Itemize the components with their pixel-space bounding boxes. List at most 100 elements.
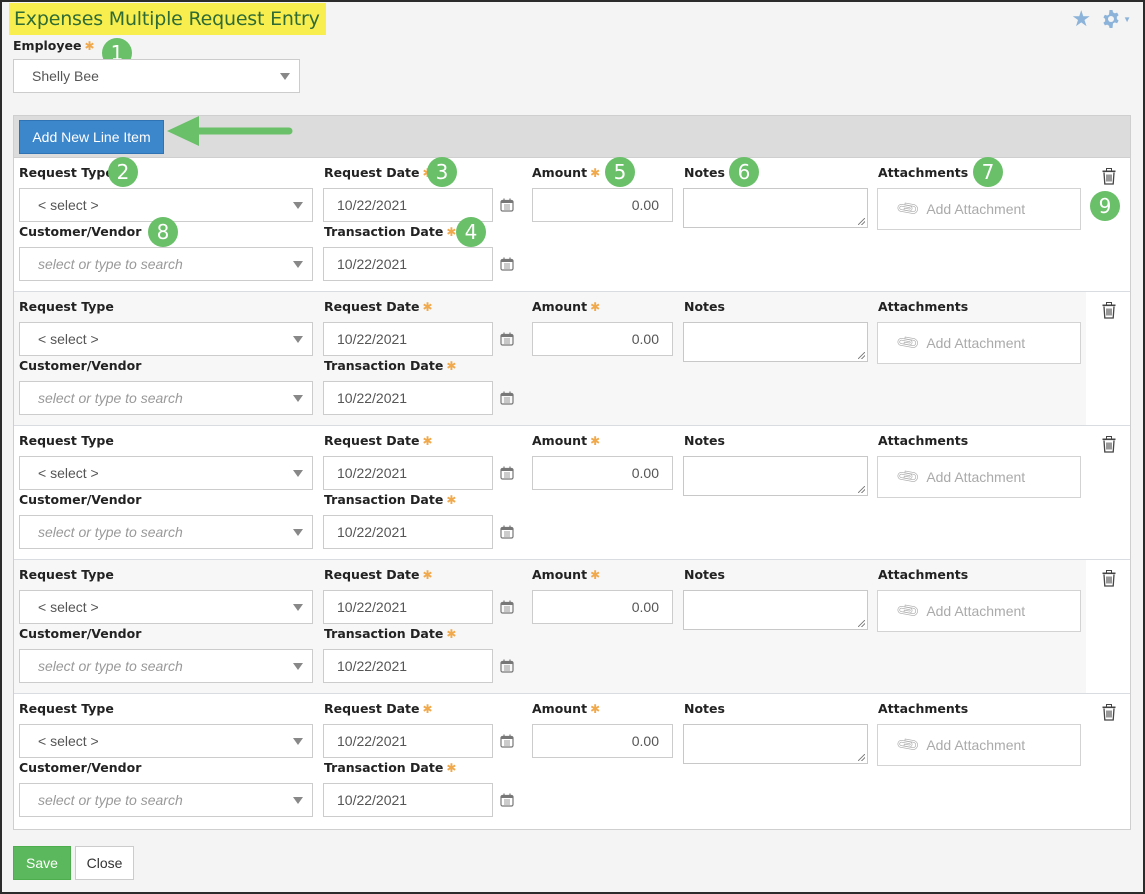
request-type-value: < select > — [38, 197, 99, 213]
notes-textarea[interactable] — [683, 188, 868, 228]
chevron-down-icon — [293, 738, 303, 745]
request-type-select[interactable]: < select > — [19, 724, 313, 758]
calendar-icon[interactable] — [500, 659, 514, 673]
transaction-date-input[interactable]: 10/22/2021 — [323, 381, 493, 415]
request-date-label-text: Request Date — [324, 701, 420, 716]
annotation-badge-5: 5 — [605, 157, 635, 187]
paperclip-icon: 📎︎ — [895, 598, 922, 625]
add-attachment-button[interactable]: 📎︎ Add Attachment — [877, 456, 1081, 498]
customer-vendor-placeholder: select or type to search — [38, 658, 183, 674]
request-type-select[interactable]: < select > — [19, 322, 313, 356]
calendar-icon[interactable] — [500, 198, 514, 212]
trash-icon[interactable] — [1102, 570, 1116, 590]
resize-grip-icon[interactable] — [858, 620, 865, 627]
resize-grip-icon[interactable] — [858, 218, 865, 225]
header-actions: ★ ▼ — [1071, 8, 1131, 30]
amount-input[interactable]: 0.00 — [532, 724, 673, 758]
employee-select[interactable]: Shelly Bee — [13, 59, 300, 93]
amount-input[interactable]: 0.00 — [532, 456, 673, 490]
line-items-list: Request Type < select > Customer/Vendor … — [13, 158, 1131, 830]
customer-vendor-select[interactable]: select or type to search — [19, 649, 313, 683]
chevron-down-icon — [293, 797, 303, 804]
calendar-icon[interactable] — [500, 600, 514, 614]
amount-input[interactable]: 0.00 — [532, 322, 673, 356]
close-button[interactable]: Close — [75, 846, 134, 880]
add-attachment-button[interactable]: 📎︎ Add Attachment — [877, 724, 1081, 766]
line-item-row: Request Type < select > Customer/Vendor … — [14, 158, 1130, 292]
calendar-icon[interactable] — [500, 793, 514, 807]
add-attachment-button[interactable]: 📎︎ Add Attachment — [877, 590, 1081, 632]
attachments-label: Attachments — [878, 701, 969, 716]
add-attachment-label: Add Attachment — [926, 335, 1026, 351]
trash-icon[interactable] — [1102, 704, 1116, 724]
transaction-date-input[interactable]: 10/22/2021 — [323, 783, 493, 817]
attachments-label: Attachments — [878, 165, 969, 180]
calendar-icon[interactable] — [500, 734, 514, 748]
request-date-input[interactable]: 10/22/2021 — [323, 322, 493, 356]
add-new-line-item-button[interactable]: Add New Line Item — [19, 120, 164, 154]
notes-textarea[interactable] — [683, 322, 868, 362]
request-type-select[interactable]: < select > — [19, 456, 313, 490]
trash-icon[interactable] — [1102, 302, 1116, 322]
resize-grip-icon[interactable] — [858, 486, 865, 493]
notes-label: Notes — [684, 701, 725, 716]
chevron-down-icon — [280, 73, 290, 80]
customer-vendor-select[interactable]: select or type to search — [19, 247, 313, 281]
amount-label-text: Amount — [532, 567, 588, 582]
customer-vendor-select[interactable]: select or type to search — [19, 381, 313, 415]
attachments-label: Attachments — [878, 299, 969, 314]
calendar-icon[interactable] — [500, 466, 514, 480]
transaction-date-label: Transaction Date ✱ — [324, 760, 456, 775]
request-date-label-text: Request Date — [324, 299, 420, 314]
line-item-row: Request Type < select > Customer/Vendor … — [14, 694, 1130, 828]
transaction-date-input[interactable]: 10/22/2021 — [323, 247, 493, 281]
customer-vendor-select[interactable]: select or type to search — [19, 515, 313, 549]
resize-grip-icon[interactable] — [858, 352, 865, 359]
customer-vendor-label: Customer/Vendor — [19, 358, 142, 373]
notes-textarea[interactable] — [683, 456, 868, 496]
resize-grip-icon[interactable] — [858, 754, 865, 761]
add-attachment-button[interactable]: 📎︎ Add Attachment — [877, 188, 1081, 230]
transaction-date-label: Transaction Date ✱ — [324, 224, 456, 239]
annotation-badge-4: 4 — [456, 217, 486, 247]
required-icon: ✱ — [422, 434, 433, 448]
amount-input[interactable]: 0.00 — [532, 590, 673, 624]
customer-vendor-placeholder: select or type to search — [38, 524, 183, 540]
transaction-date-input[interactable]: 10/22/2021 — [323, 649, 493, 683]
annotation-badge-7: 7 — [973, 157, 1003, 187]
save-button[interactable]: Save — [13, 846, 71, 880]
calendar-icon[interactable] — [500, 332, 514, 346]
request-date-label-text: Request Date — [324, 433, 420, 448]
required-icon: ✱ — [446, 225, 457, 239]
customer-vendor-select[interactable]: select or type to search — [19, 783, 313, 817]
request-date-input[interactable]: 10/22/2021 — [323, 456, 493, 490]
request-type-select[interactable]: < select > — [19, 590, 313, 624]
settings-menu[interactable]: ▼ — [1101, 9, 1131, 29]
amount-input[interactable]: 0.00 — [532, 188, 673, 222]
gear-icon — [1103, 10, 1119, 28]
request-type-value: < select > — [38, 599, 99, 615]
calendar-icon[interactable] — [500, 257, 514, 271]
amount-label: Amount ✱ — [532, 165, 600, 180]
annotation-arrow-icon — [167, 116, 293, 146]
amount-label: Amount ✱ — [532, 433, 600, 448]
required-icon: ✱ — [446, 359, 457, 373]
transaction-date-input[interactable]: 10/22/2021 — [323, 515, 493, 549]
calendar-icon[interactable] — [500, 525, 514, 539]
transaction-date-label: Transaction Date ✱ — [324, 492, 456, 507]
notes-textarea[interactable] — [683, 590, 868, 630]
star-icon[interactable]: ★ — [1071, 8, 1091, 30]
notes-textarea[interactable] — [683, 724, 868, 764]
add-attachment-button[interactable]: 📎︎ Add Attachment — [877, 322, 1081, 364]
page-title: Expenses Multiple Request Entry — [9, 3, 326, 35]
calendar-icon[interactable] — [500, 391, 514, 405]
required-icon: ✱ — [590, 702, 601, 716]
amount-label-text: Amount — [532, 701, 588, 716]
trash-icon[interactable] — [1102, 168, 1116, 188]
request-date-input[interactable]: 10/22/2021 — [323, 724, 493, 758]
transaction-date-label-text: Transaction Date — [324, 760, 444, 775]
paperclip-icon: 📎︎ — [895, 732, 922, 759]
request-date-input[interactable]: 10/22/2021 — [323, 590, 493, 624]
trash-icon[interactable] — [1102, 436, 1116, 456]
notes-label: Notes — [684, 165, 725, 180]
